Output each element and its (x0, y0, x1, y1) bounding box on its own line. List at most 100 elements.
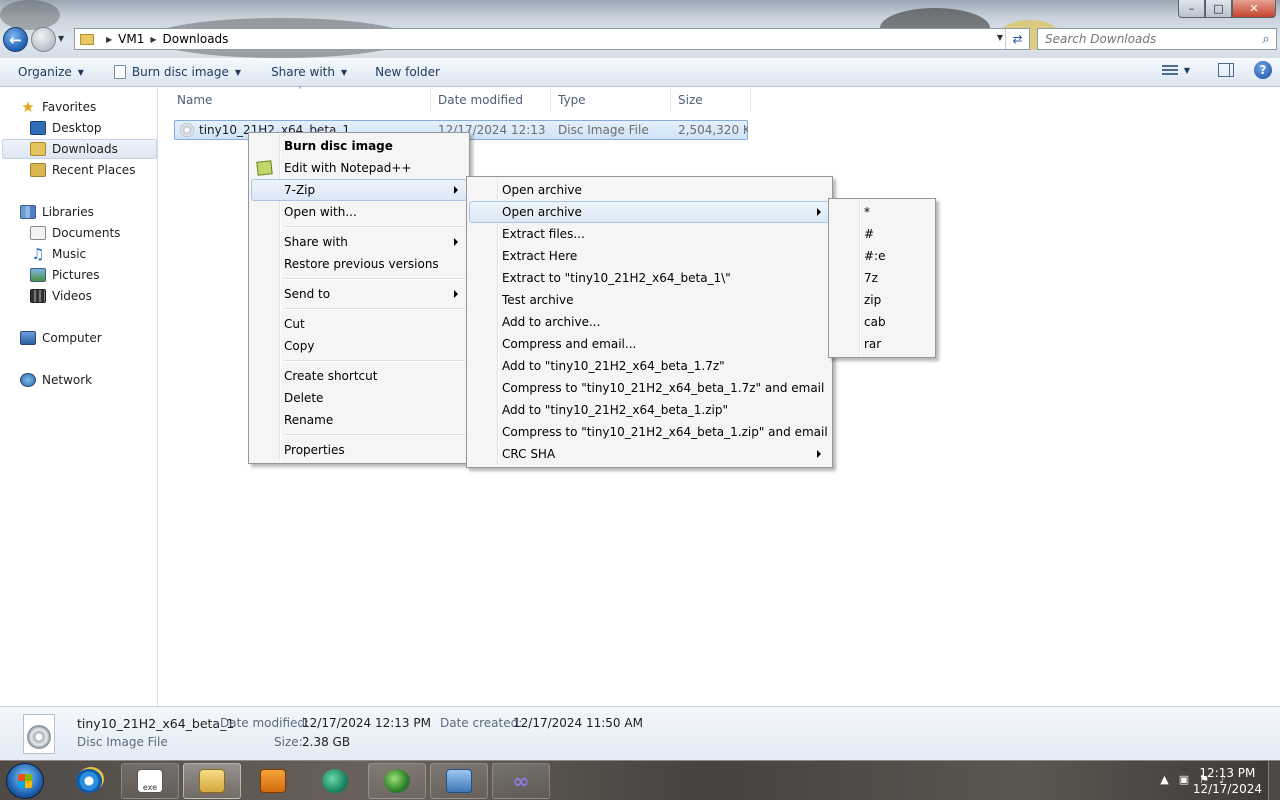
magnifier-icon[interactable]: ⌕ (1256, 32, 1276, 47)
downloads-folder-icon (30, 142, 46, 156)
back-button[interactable]: ← (3, 27, 28, 52)
preview-pane-icon[interactable] (1218, 63, 1234, 77)
nav-downloads[interactable]: Downloads (2, 139, 157, 159)
show-desktop-button[interactable] (1268, 761, 1280, 800)
menu-item-burn-disc-image[interactable]: Burn disc image (251, 135, 467, 157)
zip-item-open-archive[interactable]: Open archive (469, 179, 830, 201)
zip-item-add-to-archive[interactable]: Add to archive... (469, 311, 830, 333)
column-header-date[interactable]: Date modified (431, 88, 551, 112)
new-folder-button[interactable]: New folder (365, 60, 450, 84)
taskbar-network-app[interactable] (368, 763, 426, 799)
nav-favorites[interactable]: ★ Favorites (20, 97, 96, 117)
zip-item-add-7z[interactable]: Add to "tiny10_21H2_x64_beta_1.7z" (469, 355, 830, 377)
address-history-dropdown[interactable]: ▼ (997, 33, 1003, 42)
archive-type-item[interactable]: 7z (831, 267, 933, 289)
menu-separator (251, 305, 467, 313)
zip-item-open-archive-sub[interactable]: Open archive (469, 201, 830, 223)
archive-type-item[interactable]: #:e (831, 245, 933, 267)
menu-label: Open archive (502, 183, 582, 197)
column-header-size[interactable]: Size (671, 88, 751, 112)
zip-item-extract-to[interactable]: Extract to "tiny10_21H2_x64_beta_1\" (469, 267, 830, 289)
zip-item-compress-7z-email[interactable]: Compress to "tiny10_21H2_x64_beta_1.7z" … (469, 377, 830, 399)
details-file-type: Disc Image File (77, 735, 168, 749)
menu-item-7zip[interactable]: 7-Zip (251, 179, 467, 201)
search-input[interactable] (1038, 32, 1256, 46)
close-button[interactable]: ✕ (1232, 0, 1276, 18)
taskbar-media-player[interactable] (244, 763, 302, 799)
zip-item-add-zip[interactable]: Add to "tiny10_21H2_x64_beta_1.zip" (469, 399, 830, 421)
forward-button[interactable] (31, 27, 56, 52)
taskbar-internet-explorer[interactable] (60, 763, 118, 799)
menu-item-create-shortcut[interactable]: Create shortcut (251, 365, 467, 387)
archive-type-item[interactable]: zip (831, 289, 933, 311)
nav-music[interactable]: ♫ Music (30, 244, 86, 264)
zip-item-extract-files[interactable]: Extract files... (469, 223, 830, 245)
menu-item-rename[interactable]: Rename (251, 409, 467, 431)
nav-computer[interactable]: Computer (20, 328, 102, 348)
archive-type-item[interactable]: rar (831, 333, 933, 355)
menu-item-properties[interactable]: Properties (251, 439, 467, 461)
nav-desktop[interactable]: Desktop (30, 118, 102, 138)
search-box[interactable]: ⌕ (1037, 28, 1277, 50)
start-button[interactable] (6, 763, 44, 799)
menu-item-delete[interactable]: Delete (251, 387, 467, 409)
share-with-button[interactable]: Share with ▼ (261, 60, 357, 84)
zip-item-compress-email[interactable]: Compress and email... (469, 333, 830, 355)
menu-label: 7-Zip (284, 183, 316, 197)
column-header-type[interactable]: Type (551, 88, 671, 112)
network-tray-icon[interactable]: ▣ (1179, 773, 1189, 786)
menu-label: * (864, 205, 870, 219)
menu-item-share-with[interactable]: Share with (251, 231, 467, 253)
menu-item-cut[interactable]: Cut (251, 313, 467, 335)
organize-label: Organize (18, 65, 72, 79)
organize-button[interactable]: Organize ▼ (8, 60, 94, 84)
menu-label: Test archive (502, 293, 574, 307)
menu-item-restore-previous-versions[interactable]: Restore previous versions (251, 253, 467, 275)
breadcrumb-separator-icon[interactable]: ▶ (106, 35, 112, 44)
menu-label: #:e (864, 249, 886, 263)
zip-item-extract-here[interactable]: Extract Here (469, 245, 830, 267)
show-hidden-icons-icon[interactable]: ▲ (1160, 773, 1168, 786)
maximize-button[interactable]: □ (1205, 0, 1232, 18)
nav-network[interactable]: Network (20, 370, 92, 390)
menu-label: Compress to "tiny10_21H2_x64_beta_1.zip"… (502, 425, 828, 439)
menu-item-send-to[interactable]: Send to (251, 283, 467, 305)
nav-label: Downloads (52, 142, 118, 156)
menu-item-open-with[interactable]: Open with... (251, 201, 467, 223)
taskbar-windows-explorer[interactable] (183, 763, 241, 799)
nav-documents[interactable]: Documents (30, 223, 120, 243)
zip-item-test-archive[interactable]: Test archive (469, 289, 830, 311)
column-header-name[interactable]: Name (159, 88, 431, 112)
nav-libraries[interactable]: Libraries (20, 202, 94, 222)
breadcrumb-vm1[interactable]: VM1 (118, 32, 144, 46)
desktop-icon (30, 121, 46, 135)
help-icon[interactable]: ? (1254, 61, 1272, 79)
menu-item-edit-notepadpp[interactable]: Edit with Notepad++ (251, 157, 467, 179)
archive-type-item[interactable]: # (831, 223, 933, 245)
burn-disc-image-button[interactable]: Burn disc image ▼ (104, 60, 251, 84)
recent-pages-dropdown[interactable]: ▼ (58, 34, 64, 43)
internet-explorer-icon (76, 769, 102, 793)
taskbar-remote-desktop[interactable] (430, 763, 488, 799)
view-controls: ▼ ? (1161, 61, 1272, 79)
archive-type-item[interactable]: * (831, 201, 933, 223)
nav-recent-places[interactable]: Recent Places (30, 160, 135, 180)
menu-item-copy[interactable]: Copy (251, 335, 467, 357)
zip-item-compress-zip-email[interactable]: Compress to "tiny10_21H2_x64_beta_1.zip"… (469, 421, 830, 443)
breadcrumb-downloads[interactable]: Downloads (163, 32, 229, 46)
change-view-button[interactable]: ▼ (1161, 63, 1190, 77)
taskbar-visual-studio[interactable]: ∞ (492, 763, 550, 799)
refresh-icon[interactable]: ⇄ (1005, 29, 1029, 49)
address-bar[interactable]: ▶ VM1 ▶ Downloads ▼ ⇄ (74, 28, 1030, 50)
nav-pictures[interactable]: Pictures (30, 265, 100, 285)
taskbar-notepad[interactable]: exe (121, 763, 179, 799)
clock[interactable]: 12:13 PM 12/17/2024 (1193, 765, 1262, 797)
minimize-button[interactable]: – (1178, 0, 1205, 18)
breadcrumb-separator-icon[interactable]: ▶ (150, 35, 156, 44)
nav-videos[interactable]: Videos (30, 286, 92, 306)
chevron-down-icon: ▼ (340, 67, 348, 77)
taskbar-browser[interactable] (306, 763, 364, 799)
column-label: Date modified (438, 93, 524, 107)
archive-type-item[interactable]: cab (831, 311, 933, 333)
zip-item-crc-sha[interactable]: CRC SHA (469, 443, 830, 465)
